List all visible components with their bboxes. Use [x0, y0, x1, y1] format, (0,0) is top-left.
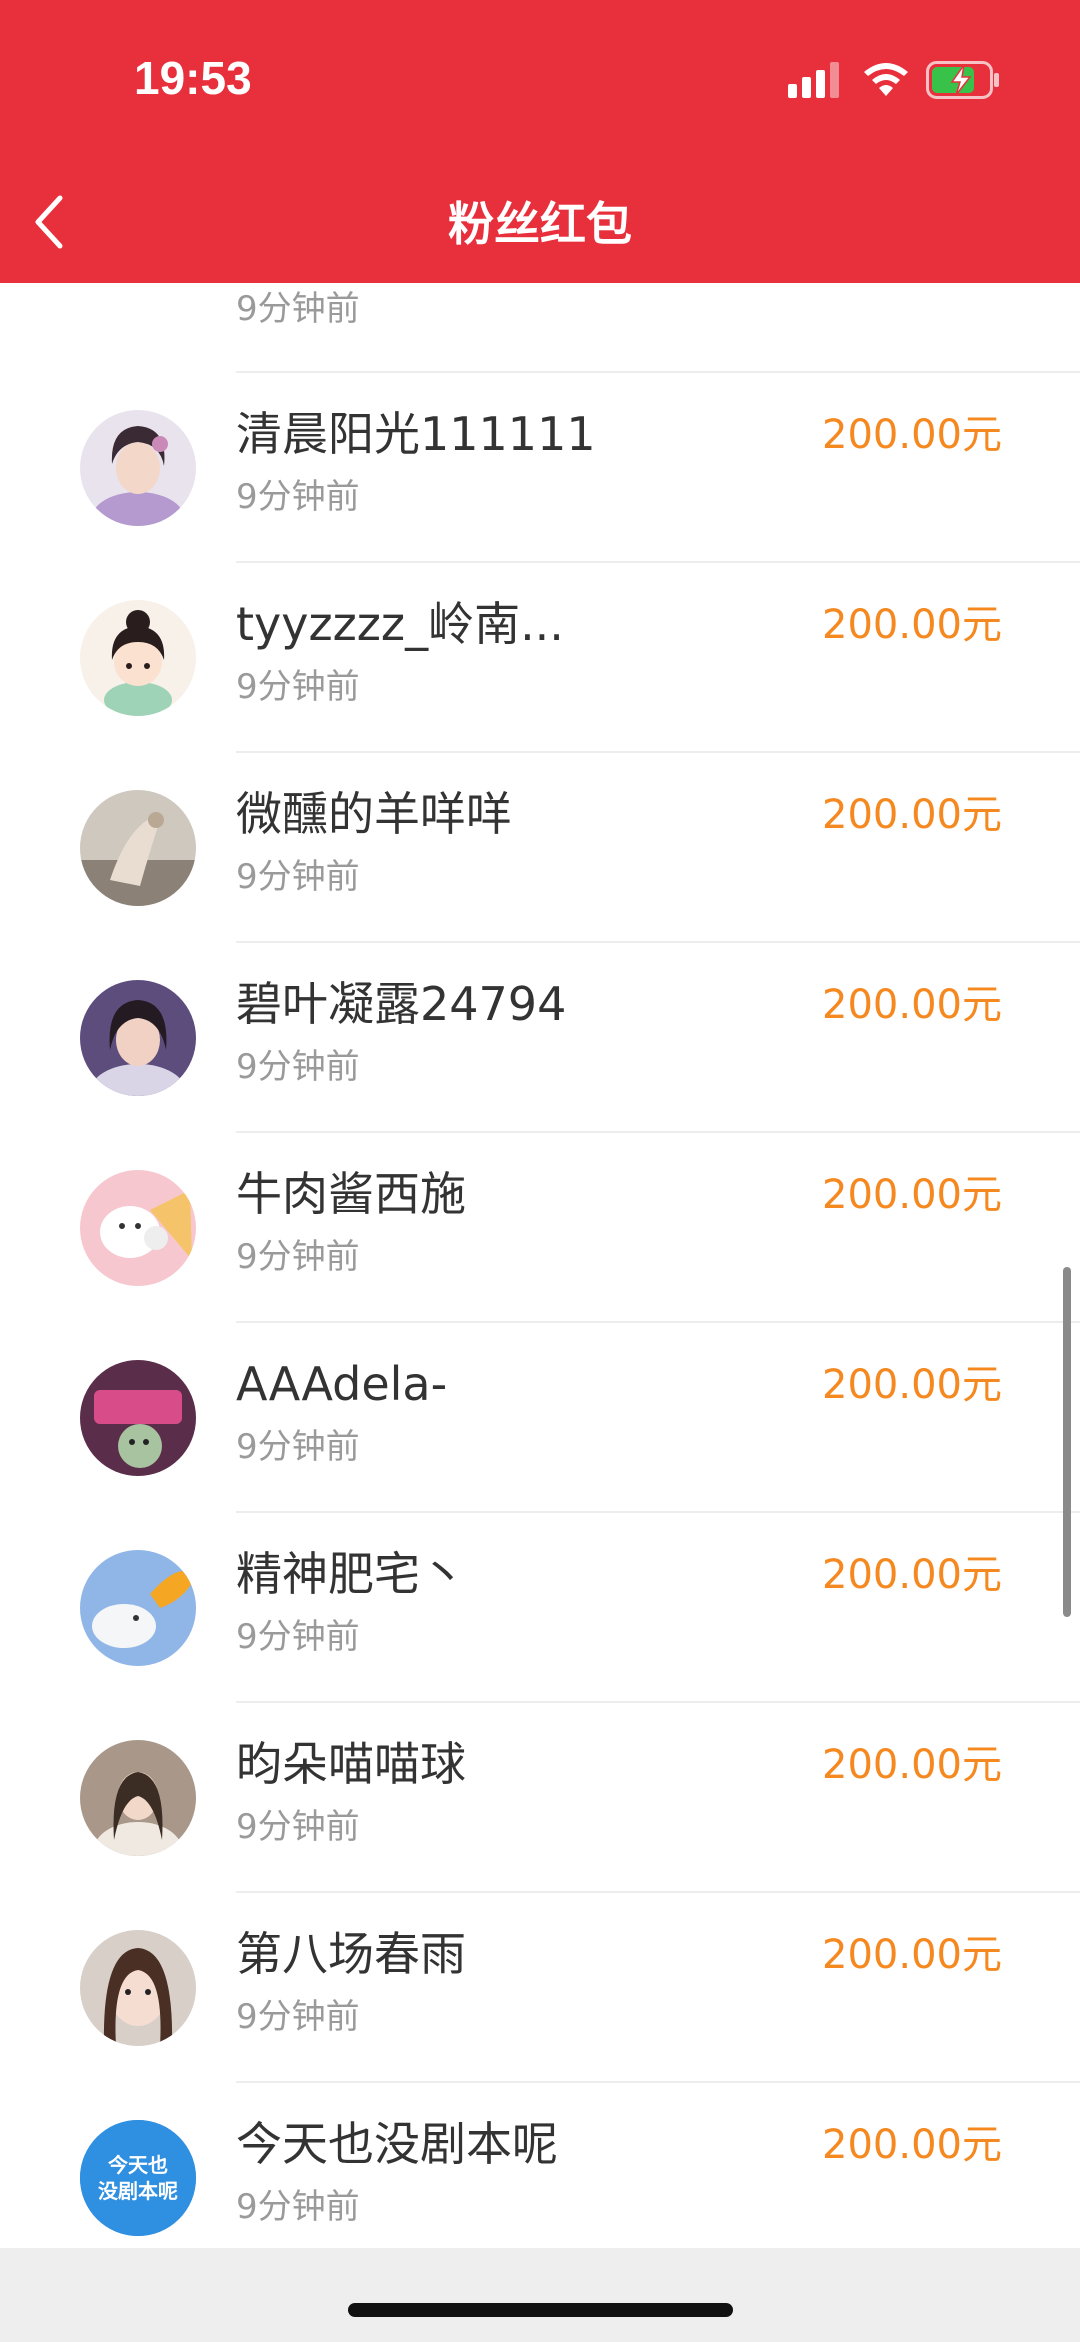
amount: 200.00元: [822, 1172, 1002, 1218]
wifi-icon: [862, 62, 910, 98]
user-name: 微醺的羊咩咩: [236, 787, 512, 841]
time-ago: 9分钟前: [236, 2187, 360, 2227]
avatar: [80, 600, 196, 716]
amount: 200.00元: [822, 982, 1002, 1028]
avatar: [80, 410, 196, 526]
time-ago: 9分钟前: [236, 1047, 360, 1087]
status-time: 19:53: [134, 52, 252, 104]
list-item[interactable]: 精神肥宅丶 9分钟前 200.00元: [0, 1513, 1080, 1703]
list-item[interactable]: 牛肉酱西施 9分钟前 200.00元: [0, 1133, 1080, 1323]
amount: 200.00元: [822, 602, 1002, 648]
home-indicator[interactable]: [348, 2303, 733, 2317]
time-ago: 9分钟前: [236, 477, 360, 517]
red-packet-list[interactable]: 9分钟前 清晨阳光111111 9分钟前 200.00元 tyyzzzz_岭南.…: [0, 0, 1080, 2248]
amount: 200.00元: [822, 2122, 1002, 2168]
user-name: 今天也没剧本呢: [236, 2117, 558, 2171]
avatar: 今天也 没剧本呢: [80, 2120, 196, 2236]
user-name: 精神肥宅丶: [236, 1547, 466, 1601]
avatar: [80, 1740, 196, 1856]
time-ago: 9分钟前: [236, 289, 360, 329]
time-ago: 9分钟前: [236, 857, 360, 897]
time-ago: 9分钟前: [236, 1237, 360, 1277]
list-item[interactable]: 昀朵喵喵球 9分钟前 200.00元: [0, 1703, 1080, 1893]
page-title: 粉丝红包: [448, 197, 632, 251]
cellular-signal-icon: [788, 62, 844, 98]
list-item[interactable]: tyyzzzz_岭南... 9分钟前 200.00元: [0, 563, 1080, 753]
user-name: 清晨阳光111111: [236, 407, 596, 461]
status-icons: [788, 58, 1000, 102]
scrollbar[interactable]: [1063, 1267, 1071, 1617]
amount: 200.00元: [822, 1742, 1002, 1788]
bottom-safe-area: [0, 2248, 1080, 2342]
list-item[interactable]: AAAdela- 9分钟前 200.00元: [0, 1323, 1080, 1513]
list-item[interactable]: 今天也 没剧本呢 今天也没剧本呢 9分钟前 200.00元: [0, 2083, 1080, 2248]
time-ago: 9分钟前: [236, 1427, 360, 1467]
list-item[interactable]: 微醺的羊咩咩 9分钟前 200.00元: [0, 753, 1080, 943]
user-name: 牛肉酱西施: [236, 1167, 466, 1221]
avatar: [80, 790, 196, 906]
avatar: [80, 1930, 196, 2046]
user-name: AAAdela-: [236, 1357, 448, 1411]
list-item[interactable]: 清晨阳光111111 9分钟前 200.00元: [0, 373, 1080, 563]
amount: 200.00元: [822, 1552, 1002, 1598]
time-ago: 9分钟前: [236, 1997, 360, 2037]
avatar: [80, 1550, 196, 1666]
time-ago: 9分钟前: [236, 667, 360, 707]
avatar-text-line-2: 没剧本呢: [98, 2179, 178, 2203]
avatar: [80, 1360, 196, 1476]
avatar-text-line-1: 今天也: [108, 2153, 168, 2177]
amount: 200.00元: [822, 412, 1002, 458]
user-name: 第八场春雨: [236, 1927, 466, 1981]
amount: 200.00元: [822, 1932, 1002, 1978]
time-ago: 9分钟前: [236, 1617, 360, 1657]
amount: 200.00元: [822, 792, 1002, 838]
user-name: 碧叶凝露24794: [236, 977, 567, 1031]
battery-charging-icon: [926, 61, 1000, 99]
time-ago: 9分钟前: [236, 1807, 360, 1847]
user-name: 昀朵喵喵球: [236, 1737, 466, 1791]
avatar: [80, 980, 196, 1096]
avatar: [80, 1170, 196, 1286]
list-item[interactable]: 第八场春雨 9分钟前 200.00元: [0, 1893, 1080, 2083]
amount: 200.00元: [822, 1362, 1002, 1408]
list-item[interactable]: 碧叶凝露24794 9分钟前 200.00元: [0, 943, 1080, 1133]
user-name: tyyzzzz_岭南...: [236, 597, 564, 651]
header-bar: 19:53 粉丝红包: [0, 0, 1080, 283]
